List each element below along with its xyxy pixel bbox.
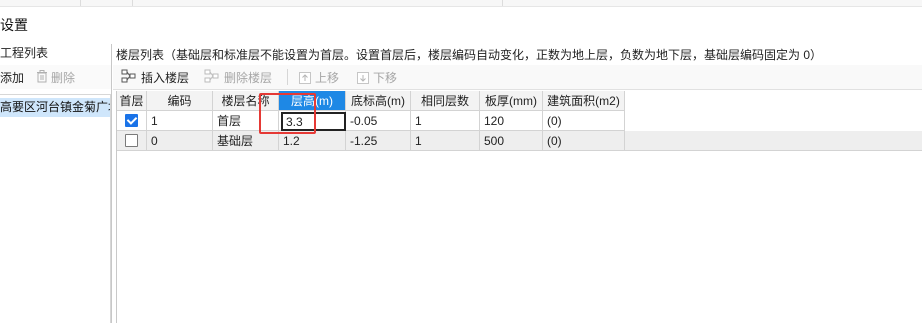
arrow-down-icon bbox=[357, 71, 369, 84]
panel-splitter[interactable] bbox=[111, 44, 112, 323]
floor-list-header: 楼层列表（基础层和标准层不能设置为首层。设置首层后，楼层编码自动变化，正数为地上… bbox=[116, 48, 823, 62]
floor-list-toolbar: 插入楼层 删除楼层 上移 下移 bbox=[113, 65, 922, 90]
trash-icon bbox=[36, 69, 48, 86]
table-header-row: 首层 编码 楼层名称 层高(m) 底标高(m) 相同层数 板厚(mm) 建筑面积… bbox=[117, 91, 922, 111]
floor-height-editor[interactable]: 3.3 bbox=[281, 112, 346, 131]
delete-project-button[interactable]: 删除 bbox=[36, 69, 75, 86]
same-floor-count-cell[interactable]: 1 bbox=[411, 131, 480, 151]
col-header-code[interactable]: 编码 bbox=[147, 91, 213, 111]
floor-name-cell[interactable]: 基础层 bbox=[213, 131, 279, 151]
first-floor-cell[interactable] bbox=[117, 111, 147, 131]
table-row-filler bbox=[625, 131, 922, 151]
move-up-button[interactable]: 上移 bbox=[299, 69, 339, 86]
insert-floor-label: 插入楼层 bbox=[141, 71, 190, 85]
first-floor-checkbox[interactable] bbox=[125, 114, 138, 128]
settings-window: 设置 工程列表 添加 删除 高要区河台镇金菊广场 楼层列表（基础层和标准层不能设… bbox=[0, 0, 922, 323]
project-list-header: 工程列表 bbox=[0, 46, 49, 60]
floor-name-cell[interactable]: 首层 bbox=[213, 111, 279, 131]
col-header-slab-thickness[interactable]: 板厚(mm) bbox=[480, 91, 543, 111]
col-header-first-floor[interactable]: 首层 bbox=[117, 91, 147, 111]
slab-thickness-cell[interactable]: 120 bbox=[480, 111, 543, 131]
insert-floor-button[interactable]: 插入楼层 bbox=[121, 69, 189, 86]
window-title: 设置 bbox=[0, 17, 28, 33]
table-row[interactable]: 1 首层 -0.05 1 120 (0) bbox=[117, 111, 922, 131]
project-list-toolbar: 添加 删除 bbox=[0, 65, 111, 89]
slab-thickness-cell[interactable]: 500 bbox=[480, 131, 543, 151]
col-header-floor-name[interactable]: 楼层名称 bbox=[213, 91, 279, 111]
col-header-floor-area[interactable]: 建筑面积(m2) bbox=[543, 91, 625, 111]
top-tab-1[interactable] bbox=[0, 0, 81, 6]
add-project-button[interactable]: 添加 bbox=[0, 69, 24, 86]
toolbar-separator bbox=[287, 69, 288, 85]
project-list-panel: 工程列表 添加 删除 高要区河台镇金菊广场 bbox=[0, 44, 111, 323]
move-up-label: 上移 bbox=[315, 71, 340, 85]
project-list-item[interactable]: 高要区河台镇金菊广场 bbox=[0, 98, 110, 117]
delete-floor-label: 删除楼层 bbox=[224, 71, 273, 85]
move-down-button[interactable]: 下移 bbox=[357, 69, 397, 86]
floor-table: 首层 编码 楼层名称 层高(m) 底标高(m) 相同层数 板厚(mm) 建筑面积… bbox=[116, 91, 922, 323]
code-cell[interactable]: 1 bbox=[147, 111, 213, 131]
arrow-up-icon bbox=[299, 71, 311, 84]
add-label: 添加 bbox=[0, 71, 25, 85]
code-cell[interactable]: 0 bbox=[147, 131, 213, 151]
floor-area-cell[interactable]: (0) bbox=[543, 131, 625, 151]
top-tab-strip bbox=[0, 0, 922, 7]
delete-floor-icon bbox=[204, 69, 220, 86]
insert-floor-icon bbox=[121, 69, 137, 86]
first-floor-cell[interactable] bbox=[117, 131, 147, 151]
col-header-same-floor-count[interactable]: 相同层数 bbox=[411, 91, 480, 111]
col-header-floor-height[interactable]: 层高(m) bbox=[279, 91, 346, 111]
same-floor-count-cell[interactable]: 1 bbox=[411, 111, 480, 131]
top-tab-3[interactable] bbox=[132, 0, 503, 6]
floor-area-cell[interactable]: (0) bbox=[543, 111, 625, 131]
table-row[interactable]: 0 基础层 1.2 -1.25 1 500 (0) bbox=[117, 131, 922, 151]
move-down-label: 下移 bbox=[373, 71, 398, 85]
top-tab-2[interactable] bbox=[80, 0, 133, 6]
first-floor-checkbox[interactable] bbox=[125, 134, 138, 148]
bottom-elevation-cell[interactable]: -0.05 bbox=[346, 111, 411, 131]
delete-label: 删除 bbox=[51, 71, 76, 85]
project-list: 高要区河台镇金菊广场 bbox=[0, 94, 111, 323]
floor-height-cell[interactable]: 1.2 bbox=[279, 131, 346, 151]
col-header-bottom-elevation[interactable]: 底标高(m) bbox=[346, 91, 411, 111]
delete-floor-button[interactable]: 删除楼层 bbox=[204, 69, 272, 86]
bottom-elevation-cell[interactable]: -1.25 bbox=[346, 131, 411, 151]
